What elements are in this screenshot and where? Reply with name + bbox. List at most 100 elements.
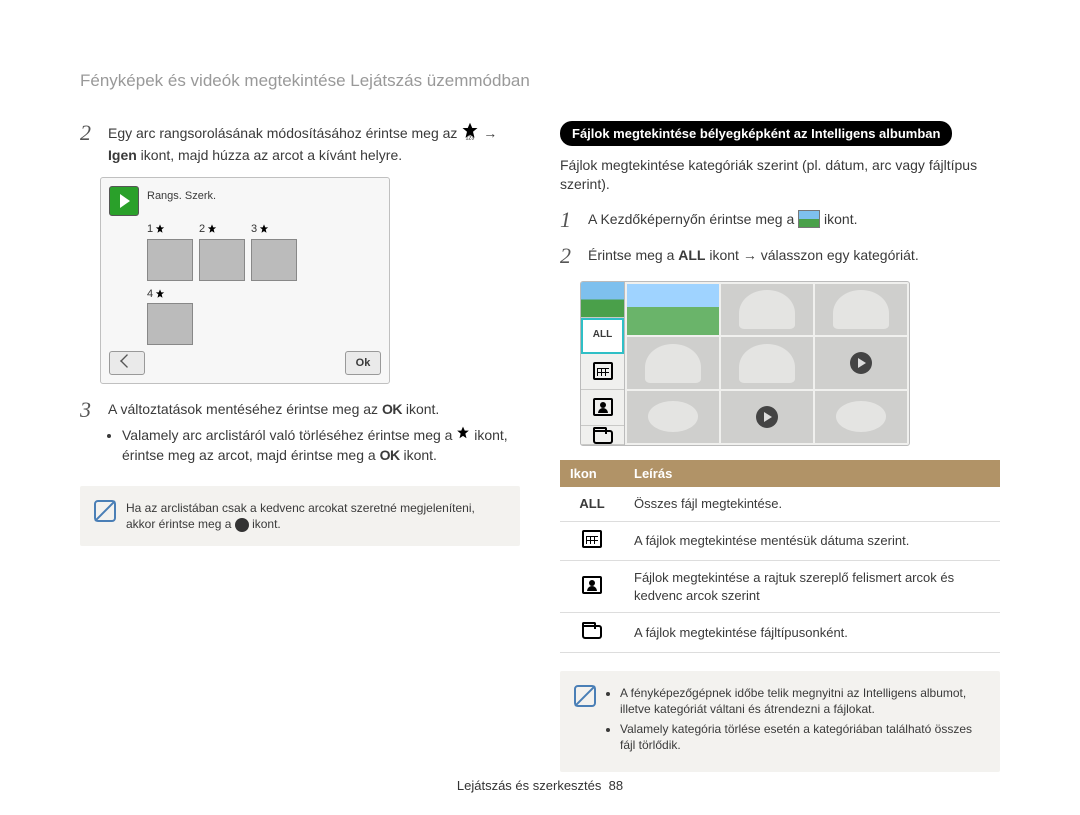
star-icon bbox=[155, 289, 165, 299]
photo-icon bbox=[798, 210, 820, 228]
left-column: 2 Egy arc rangsorolásának módosításához … bbox=[80, 121, 520, 778]
content-columns: 2 Egy arc rangsorolásának módosításához … bbox=[80, 121, 1000, 778]
thumb-row-2: 4 bbox=[109, 287, 381, 346]
face-thumb-3[interactable] bbox=[251, 239, 297, 281]
table-row: ALL Összes fájl megtekintése. bbox=[560, 487, 1000, 521]
step-3-body: A változtatások mentéséhez érintse meg a… bbox=[108, 398, 520, 467]
arrow: → bbox=[483, 125, 497, 141]
bullet1-c: ikont. bbox=[403, 447, 436, 463]
note-left-b: ikont. bbox=[252, 517, 281, 531]
right-step2-body: Érintse meg a ALL ikont → válasszon egy … bbox=[588, 244, 1000, 268]
play-icon bbox=[109, 186, 139, 216]
page-title: Fényképek és videók megtekintése Lejátsz… bbox=[80, 70, 1000, 93]
grid-thumb-video[interactable] bbox=[815, 337, 907, 389]
cell-icon-cal bbox=[560, 521, 624, 561]
star-icon bbox=[207, 224, 217, 234]
calendar-icon bbox=[593, 362, 613, 380]
cell-icon-folder bbox=[560, 613, 624, 653]
intro-text: Fájlok megtekintése kategóriák szerint (… bbox=[560, 156, 1000, 194]
icon-table: Ikon Leírás ALL Összes fájl megtekintése… bbox=[560, 460, 1000, 653]
album-sidebar: ALL bbox=[581, 282, 625, 445]
album-grid bbox=[625, 282, 909, 445]
right-step-2: 2 Érintse meg a ALL ikont → válasszon eg… bbox=[560, 244, 1000, 268]
face-rank-4: 4 bbox=[147, 287, 153, 302]
step-number-3: 3 bbox=[80, 398, 98, 467]
cell-icon-face bbox=[560, 561, 624, 613]
folder-icon bbox=[582, 625, 602, 639]
back-button[interactable] bbox=[109, 351, 145, 375]
th-desc: Leírás bbox=[624, 460, 1000, 488]
r-step1-b: ikont. bbox=[824, 211, 857, 227]
face-icon bbox=[593, 398, 613, 416]
face-rank-2: 2 bbox=[199, 222, 205, 237]
r-step2-a: Érintse meg a bbox=[588, 247, 674, 263]
sidebar-item-all[interactable]: ALL bbox=[581, 318, 624, 354]
grid-thumb-video[interactable] bbox=[721, 391, 813, 443]
step2-text-c: ikont, majd húzza az arcot a kívánt hely… bbox=[141, 147, 402, 163]
footer-section: Lejátszás és szerkesztés bbox=[457, 778, 602, 793]
note-left-a: Ha az arclistában csak a kedvenc arcokat… bbox=[126, 501, 475, 531]
thumb-row-1: 1 2 3 bbox=[109, 222, 381, 281]
cell-icon-all: ALL bbox=[560, 487, 624, 521]
note-body-left: Ha az arclistában csak a kedvenc arcokat… bbox=[126, 500, 506, 532]
grid-thumb[interactable] bbox=[627, 337, 719, 389]
album-screen: ALL bbox=[580, 281, 910, 446]
ok-icon: OK bbox=[380, 446, 400, 465]
step3-bullets: Valamely arc arclistáról való törléséhez… bbox=[108, 426, 520, 465]
step3-text-a: A változtatások mentéséhez érintse meg a… bbox=[108, 401, 378, 417]
sidebar-item-face[interactable] bbox=[581, 390, 624, 426]
note-icon bbox=[574, 685, 596, 707]
grid-thumb[interactable] bbox=[721, 284, 813, 336]
ok-icon: OK bbox=[382, 400, 402, 419]
camera-screen-header: Rangs. Szerk. bbox=[109, 186, 381, 216]
grid-thumb[interactable] bbox=[721, 337, 813, 389]
star123-icon: 123 bbox=[461, 122, 479, 145]
r-step2-b: ikont → válasszon egy kategóriát. bbox=[709, 247, 918, 263]
right-column: Fájlok megtekintése bélyegképként az Int… bbox=[560, 121, 1000, 778]
step-2-body: Egy arc rangsorolásának módosításához ér… bbox=[108, 121, 520, 165]
note-box-right: A fényképezőgépnek időbe telik megnyitni… bbox=[560, 671, 1000, 772]
grid-thumb[interactable] bbox=[815, 391, 907, 443]
cell-desc-folder: A fájlok megtekintése fájltípusonként. bbox=[624, 613, 1000, 653]
rangs-label: Rangs. bbox=[147, 190, 182, 202]
sidebar-item-folder[interactable] bbox=[581, 426, 624, 445]
calendar-icon bbox=[582, 530, 602, 548]
sidebar-item-photo[interactable] bbox=[581, 282, 624, 318]
face-thumb-2[interactable] bbox=[199, 239, 245, 281]
step-number-2: 2 bbox=[80, 121, 98, 165]
left-step-2: 2 Egy arc rangsorolásának módosításához … bbox=[80, 121, 520, 165]
face-icon bbox=[582, 576, 602, 594]
step-number-1: 1 bbox=[560, 208, 578, 232]
step-number-2r: 2 bbox=[560, 244, 578, 268]
face-rank-3: 3 bbox=[251, 222, 257, 237]
note-icon bbox=[94, 500, 116, 522]
right-step1-body: A Kezdőképernyőn érintse meg a ikont. bbox=[588, 208, 1000, 232]
th-icon: Ikon bbox=[560, 460, 624, 488]
bullet1-a: Valamely arc arclistáról való törléséhez… bbox=[122, 427, 452, 443]
favorite-on-icon bbox=[235, 518, 249, 532]
szerk-label: Szerk. bbox=[185, 190, 216, 202]
grid-thumb[interactable] bbox=[815, 284, 907, 336]
all-label: ALL bbox=[678, 247, 705, 263]
grid-thumb[interactable] bbox=[627, 391, 719, 443]
table-row: Fájlok megtekintése a rajtuk szereplő fe… bbox=[560, 561, 1000, 613]
ok-button[interactable]: Ok bbox=[345, 351, 381, 375]
note-box-left: Ha az arclistában csak a kedvenc arcokat… bbox=[80, 486, 520, 546]
left-step-3: 3 A változtatások mentéséhez érintse meg… bbox=[80, 398, 520, 467]
cell-desc-cal: A fájlok megtekintése mentésük dátuma sz… bbox=[624, 521, 1000, 561]
note-body-right: A fényképezőgépnek időbe telik megnyitni… bbox=[606, 685, 986, 758]
grid-thumb[interactable] bbox=[627, 284, 719, 336]
face-thumb-1[interactable] bbox=[147, 239, 193, 281]
svg-text:123: 123 bbox=[466, 135, 475, 140]
face-thumb-4[interactable] bbox=[147, 303, 193, 345]
sidebar-item-calendar[interactable] bbox=[581, 354, 624, 390]
footer-page: 88 bbox=[609, 778, 623, 793]
right-step-1: 1 A Kezdőképernyőn érintse meg a ikont. bbox=[560, 208, 1000, 232]
step2-igen: Igen bbox=[108, 147, 137, 163]
camera-screen-footer: Ok bbox=[109, 351, 381, 375]
star-icon bbox=[456, 426, 470, 445]
star-icon bbox=[259, 224, 269, 234]
table-row: A fájlok megtekintése mentésük dátuma sz… bbox=[560, 521, 1000, 561]
note-right-1: A fényképezőgépnek időbe telik megnyitni… bbox=[620, 685, 986, 717]
step3-text-b: ikont. bbox=[406, 401, 439, 417]
